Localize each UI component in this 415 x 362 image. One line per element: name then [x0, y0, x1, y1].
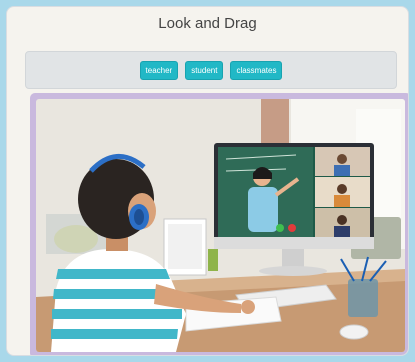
activity-card: Look and Drag teacher student classmates	[6, 6, 409, 356]
drag-chip-teacher[interactable]: teacher	[139, 60, 179, 80]
curtain	[261, 99, 289, 144]
scene-illustration	[36, 99, 405, 352]
page-title: Look and Drag	[158, 15, 257, 32]
word-bank: teacher student classmates	[25, 51, 397, 89]
image-drop-area[interactable]	[30, 93, 408, 355]
drag-chip-student[interactable]: student	[185, 60, 224, 80]
drag-chip-classmates[interactable]: classmates	[230, 60, 283, 80]
pen-cup	[348, 279, 378, 317]
online-class-photo	[36, 99, 405, 352]
